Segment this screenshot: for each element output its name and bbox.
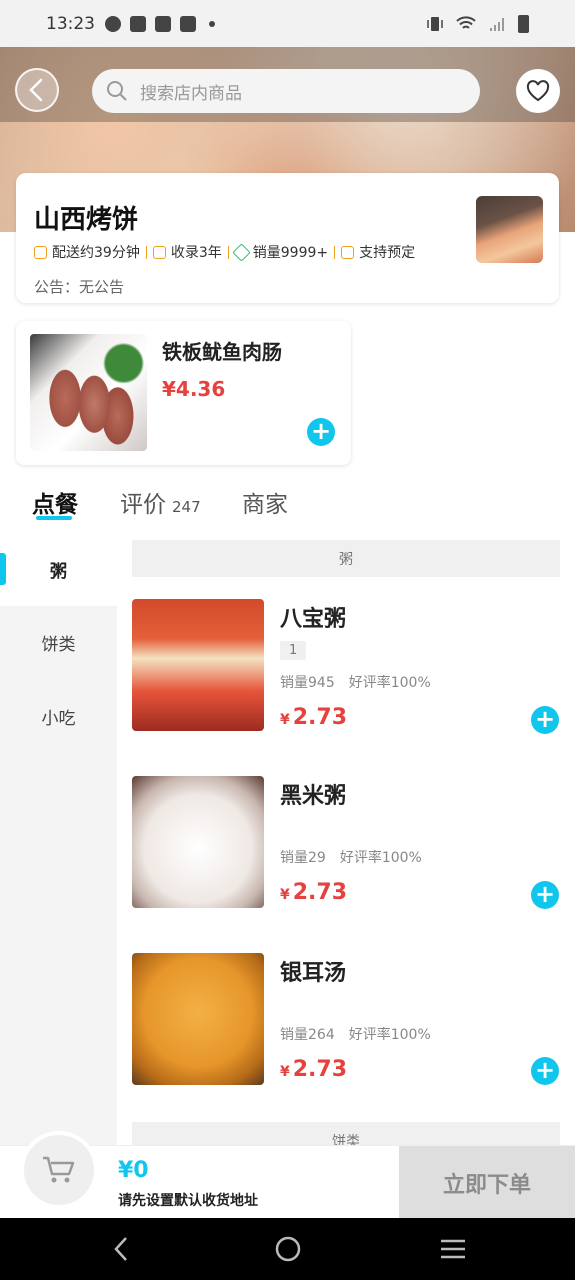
product-badge: 1 bbox=[280, 641, 307, 660]
shop-info-card: 山西烤饼 配送约39分钟 收录3年 销量9999+ 支持预定 公告：无公告 bbox=[16, 173, 559, 303]
nav-menu-button[interactable] bbox=[438, 1234, 468, 1264]
list-item[interactable]: 银耳汤 销量264 好评率100% ¥2.73 + bbox=[132, 953, 562, 1085]
speed-icon bbox=[105, 15, 121, 32]
product-image[interactable] bbox=[132, 599, 264, 731]
delivery-time-tag: 配送约39分钟 bbox=[34, 242, 140, 262]
receipt-icon bbox=[152, 245, 166, 259]
nav-back-icon bbox=[114, 1237, 127, 1261]
product-price: ¥2.73 bbox=[280, 1057, 348, 1082]
search-icon bbox=[107, 81, 127, 101]
list-item[interactable]: 黑米粥 销量29 好评率100% ¥2.73 + bbox=[132, 776, 562, 909]
product-image[interactable] bbox=[132, 776, 264, 908]
list-item[interactable]: 八宝粥 1 销量945 好评率100% ¥2.73 + bbox=[132, 599, 562, 734]
calendar-icon bbox=[341, 245, 355, 259]
cart-total: ¥0 bbox=[118, 1158, 149, 1183]
product-price: ¥2.73 bbox=[280, 880, 348, 905]
cart-bar: ¥0 请先设置默认收货地址 立即下单 bbox=[0, 1131, 575, 1219]
cart-hint: 请先设置默认收货地址 bbox=[118, 1193, 258, 1209]
place-order-button[interactable]: 立即下单 bbox=[399, 1146, 575, 1219]
nav-home-icon bbox=[275, 1236, 301, 1262]
more-notifications-icon bbox=[209, 20, 215, 27]
shop-notice: 公告：无公告 bbox=[34, 278, 125, 296]
product-stats: 销量264 好评率100% bbox=[280, 1027, 431, 1043]
product-name: 银耳汤 bbox=[280, 961, 347, 986]
search-input[interactable]: 搜索店内商品 bbox=[92, 69, 480, 113]
category-header-porridge: 粥 bbox=[132, 540, 560, 577]
tab-indicator bbox=[36, 516, 72, 520]
plus-icon: + bbox=[310, 417, 332, 445]
sidebar-item-porridge[interactable]: 粥 bbox=[0, 533, 117, 606]
review-count: 247 bbox=[172, 498, 201, 516]
featured-product-name: 铁板鱿鱼肉肠 bbox=[162, 340, 282, 364]
tab-merchant[interactable]: 商家 bbox=[242, 485, 288, 519]
nav-menu-icon bbox=[441, 1239, 465, 1259]
product-stats: 销量945 好评率100% bbox=[280, 675, 431, 691]
listed-years-tag: 收录3年 bbox=[152, 242, 222, 262]
add-featured-button[interactable]: + bbox=[307, 418, 335, 446]
vibrate-icon bbox=[427, 16, 443, 31]
cart-button[interactable] bbox=[20, 1131, 98, 1209]
preorder-tag: 支持预定 bbox=[341, 242, 415, 262]
add-to-cart-button[interactable]: + bbox=[531, 706, 559, 734]
notification-icon bbox=[155, 15, 171, 32]
tab-reviews[interactable]: 评价 247 bbox=[120, 485, 201, 519]
plus-icon: + bbox=[534, 705, 556, 733]
system-nav-bar bbox=[0, 1218, 575, 1280]
add-to-cart-button[interactable]: + bbox=[531, 881, 559, 909]
battery-icon bbox=[518, 14, 529, 33]
featured-product-image[interactable] bbox=[30, 334, 147, 451]
shop-thumbnail[interactable] bbox=[476, 196, 543, 263]
sidebar-item-pancakes[interactable]: 饼类 bbox=[0, 606, 117, 679]
status-bar: 13:23 bbox=[0, 0, 575, 47]
tab-bar: 点餐 评价 247 商家 bbox=[0, 485, 575, 525]
tag-icon bbox=[232, 242, 251, 262]
sales-tag: 销量9999+ bbox=[232, 242, 328, 262]
product-name: 八宝粥 bbox=[280, 607, 347, 632]
notification-icon bbox=[130, 15, 146, 32]
category-sidebar: 粥 饼类 小吃 bbox=[0, 533, 117, 1145]
shop-name: 山西烤饼 bbox=[34, 205, 139, 235]
status-time: 13:23 bbox=[46, 13, 95, 34]
nav-home-button[interactable] bbox=[273, 1234, 303, 1264]
plus-icon: + bbox=[534, 880, 556, 908]
clock-icon bbox=[34, 245, 47, 259]
shop-tags: 配送约39分钟 收录3年 销量9999+ 支持预定 bbox=[34, 242, 415, 262]
back-icon bbox=[29, 78, 43, 102]
signal-icon bbox=[490, 17, 504, 31]
favorite-button[interactable] bbox=[516, 69, 560, 113]
add-to-cart-button[interactable]: + bbox=[531, 1057, 559, 1085]
cart-icon bbox=[43, 1156, 75, 1183]
product-price: ¥2.73 bbox=[280, 705, 348, 730]
nav-back-button[interactable] bbox=[106, 1234, 136, 1264]
product-name: 黑米粥 bbox=[280, 784, 347, 809]
notification-icon bbox=[180, 15, 196, 32]
featured-product-card[interactable]: 铁板鱿鱼肉肠 ¥4.36 + bbox=[16, 321, 351, 465]
product-stats: 销量29 好评率100% bbox=[280, 850, 422, 866]
sidebar-item-snacks[interactable]: 小吃 bbox=[0, 680, 117, 753]
featured-product-price: ¥4.36 bbox=[162, 377, 226, 401]
search-placeholder: 搜索店内商品 bbox=[140, 83, 242, 104]
back-button[interactable] bbox=[15, 68, 59, 112]
plus-icon: + bbox=[534, 1056, 556, 1084]
wifi-icon bbox=[456, 15, 476, 29]
tab-order[interactable]: 点餐 bbox=[32, 485, 78, 519]
sidebar-active-indicator bbox=[0, 553, 6, 585]
product-image[interactable] bbox=[132, 953, 264, 1085]
heart-icon bbox=[526, 80, 550, 102]
